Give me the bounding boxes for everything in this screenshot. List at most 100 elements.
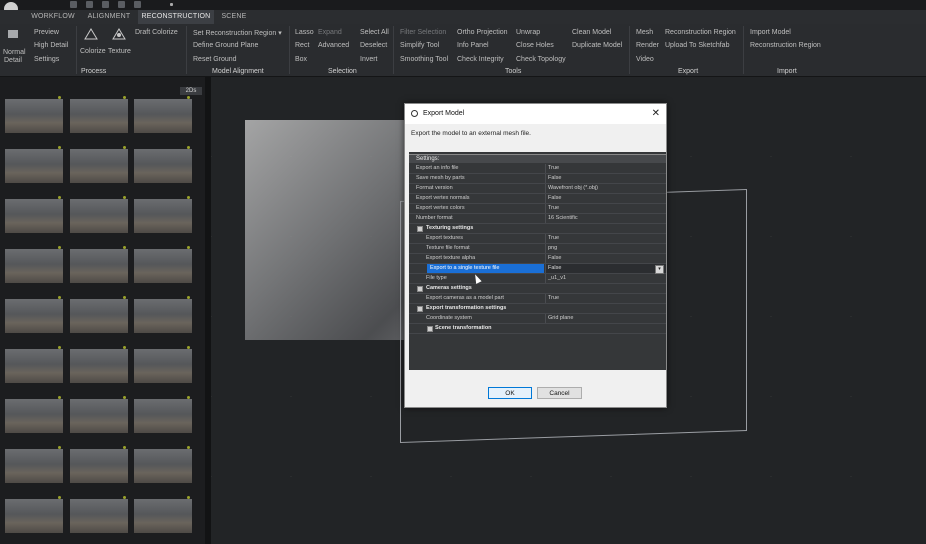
setting-value[interactable]: True [545,234,666,243]
image-thumbnail[interactable] [5,196,63,233]
box-button[interactable]: Box [295,56,307,63]
image-thumbnail[interactable] [134,396,192,433]
setting-row[interactable]: Export vertex colors True [409,204,666,214]
render-button[interactable]: Render [636,42,659,49]
setting-value[interactable]: False [545,254,666,263]
collapse-icon[interactable] [417,306,423,312]
dropdown-arrow-icon[interactable]: ▾ [655,265,664,274]
image-thumbnail[interactable] [70,196,128,233]
image-thumbnail[interactable] [134,196,192,233]
clean-model-button[interactable]: Clean Model [572,29,611,36]
image-thumbnail[interactable] [134,496,192,533]
image-thumbnail[interactable] [70,296,128,333]
image-thumbnail[interactable] [70,396,128,433]
import-reconstruction-region-button[interactable]: Reconstruction Region [750,42,821,49]
setting-value[interactable]: False [545,264,666,273]
image-thumbnail[interactable] [134,446,192,483]
redo-icon[interactable] [118,1,125,8]
ok-button[interactable]: OK [488,387,532,399]
preview-button[interactable]: Preview [34,29,59,36]
image-thumbnail[interactable] [5,396,63,433]
setting-row[interactable]: File type _u1_v1 [409,274,666,284]
image-thumbnail[interactable] [5,496,63,533]
setting-value[interactable]: png [545,244,666,253]
setting-row[interactable]: Format version Wavefront obj (*.obj) [409,184,666,194]
setting-row[interactable]: Export vertex normals False [409,194,666,204]
section-scene-transformation[interactable]: Scene transformation [409,324,666,334]
setting-value[interactable]: Grid plane [545,314,666,323]
image-thumbnail[interactable] [70,96,128,133]
unwrap-button[interactable]: Unwrap [516,29,540,36]
save-icon[interactable] [70,1,77,8]
image-thumbnail[interactable] [5,96,63,133]
setting-row[interactable]: Texture file format png [409,244,666,254]
tab-workflow[interactable]: WORKFLOW [26,10,80,24]
layout-icon[interactable] [134,1,141,8]
export-reconstruction-region-button[interactable]: Reconstruction Region [665,29,736,36]
setting-row[interactable]: Coordinate system Grid plane [409,314,666,324]
invert-button[interactable]: Invert [360,56,378,63]
normal-detail-button[interactable]: Normal [3,49,26,56]
expand-button[interactable]: Expand [318,29,342,36]
image-thumbnail[interactable] [70,346,128,383]
ortho-projection-button[interactable]: Ortho Projection [457,29,508,36]
texture-button[interactable]: Texture [108,48,131,55]
section-texturing[interactable]: Texturing settings [409,224,666,234]
reset-ground-button[interactable]: Reset Ground [193,56,237,63]
lasso-button[interactable]: Lasso [295,29,314,36]
setting-value[interactable]: True [545,204,666,213]
image-thumbnail[interactable] [134,346,192,383]
check-topology-button[interactable]: Check Topology [516,56,566,63]
image-thumbnail[interactable] [134,246,192,283]
check-integrity-button[interactable]: Check Integrity [457,56,504,63]
upload-sketchfab-button[interactable]: Upload To Sketchfab [665,42,729,49]
define-ground-plane-button[interactable]: Define Ground Plane [193,42,258,49]
close-icon[interactable]: ✕ [652,108,660,119]
setting-value[interactable]: _u1_v1 [545,274,666,283]
setting-row[interactable]: Save mesh by parts False [409,174,666,184]
undo-icon[interactable] [102,1,109,8]
rect-button[interactable]: Rect [295,42,309,49]
setting-row[interactable]: Number format 16 Scientific [409,214,666,224]
deselect-button[interactable]: Deselect [360,42,387,49]
smoothing-tool-button[interactable]: Smoothing Tool [400,56,448,63]
video-button[interactable]: Video [636,56,654,63]
collapse-icon[interactable] [417,286,423,292]
setting-value[interactable]: True [545,164,666,173]
info-panel-button[interactable]: Info Panel [457,42,489,49]
image-thumbnail[interactable] [134,96,192,133]
close-holes-button[interactable]: Close Holes [516,42,554,49]
tab-alignment[interactable]: ALIGNMENT [82,10,136,24]
collapse-icon[interactable] [417,226,423,232]
expand-icon[interactable] [427,326,433,332]
image-thumbnail[interactable] [70,146,128,183]
select-all-button[interactable]: Select All [360,29,389,36]
image-thumbnail[interactable] [5,146,63,183]
image-thumbnail[interactable] [70,496,128,533]
image-thumbnail[interactable] [5,446,63,483]
image-thumbnail[interactable] [5,246,63,283]
set-reconstruction-region-button[interactable]: Set Reconstruction Region ▾ [193,29,282,37]
import-model-button[interactable]: Import Model [750,29,791,36]
setting-row[interactable]: Export cameras as a model part True [409,294,666,304]
setting-value[interactable]: Wavefront obj (*.obj) [545,184,666,193]
filter-selection-button[interactable]: Filter Selection [400,29,446,36]
setting-row[interactable]: Export an info file True [409,164,666,174]
image-thumbnail[interactable] [5,346,63,383]
cancel-button[interactable]: Cancel [537,387,582,399]
setting-value[interactable]: False [545,194,666,203]
draft-colorize-button[interactable]: Draft Colorize [135,29,178,36]
tab-scene[interactable]: SCENE [216,10,252,24]
image-thumbnail[interactable] [134,146,192,183]
setting-row-selected[interactable]: Export to a single texture file False ▾ [409,264,666,274]
simplify-tool-button[interactable]: Simplify Tool [400,42,439,49]
setting-value[interactable]: False [545,174,666,183]
setting-value[interactable]: 16 Scientific [545,214,666,223]
image-thumbnail[interactable] [5,296,63,333]
setting-row[interactable]: Export textures True [409,234,666,244]
image-thumbnail[interactable] [70,446,128,483]
image-thumbnail[interactable] [134,296,192,333]
colorize-button[interactable]: Colorize [80,48,106,55]
mesh-button[interactable]: Mesh [636,29,653,36]
advanced-button[interactable]: Advanced [318,42,349,49]
